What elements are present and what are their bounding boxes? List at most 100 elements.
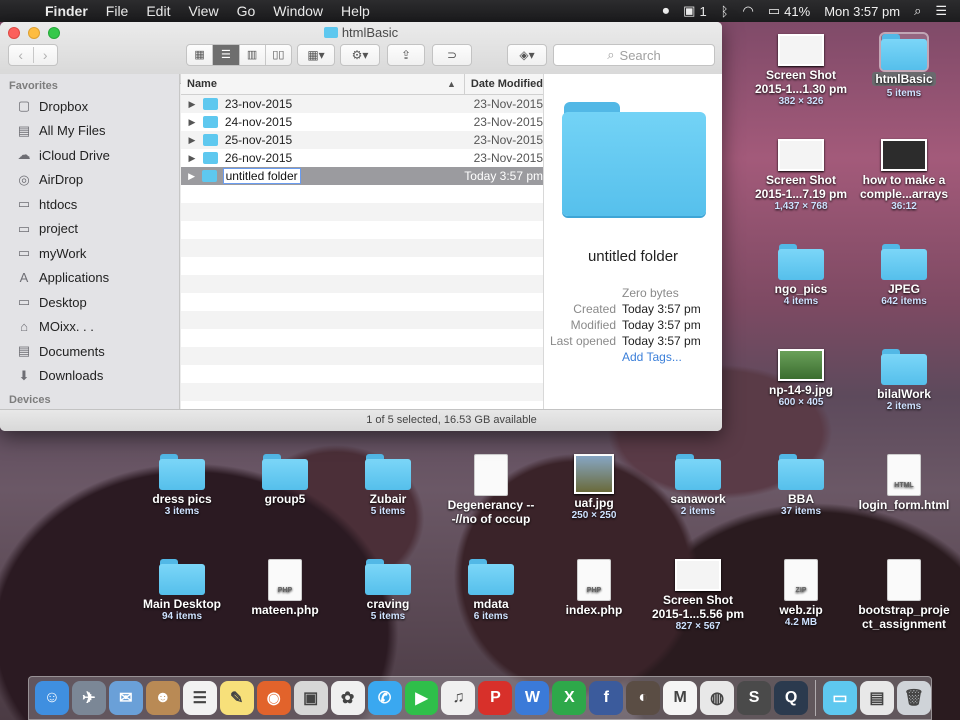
dock-photos-icon[interactable]: ✿: [330, 681, 365, 715]
file-row[interactable]: ▶ 25-nov-2015 23-Nov-2015: [181, 131, 543, 149]
dock-finder-icon[interactable]: ☺: [35, 681, 69, 715]
menu-help[interactable]: Help: [332, 3, 379, 19]
desktop-item[interactable]: bilalWork 2 items: [852, 349, 956, 413]
desktop-item[interactable]: PHP index.php: [542, 559, 646, 617]
disclosure-triangle-icon[interactable]: ▶: [181, 153, 203, 164]
desktop-item[interactable]: ngo_pics 4 items: [749, 244, 853, 308]
sidebar-item-downloads[interactable]: ⬇ Downloads: [0, 364, 179, 389]
dock-wps-writer-icon[interactable]: W: [515, 681, 550, 715]
desktop-item[interactable]: htmlBasic 5 items: [852, 32, 956, 100]
battery-status[interactable]: ▭ 41%: [761, 3, 817, 19]
sidebar-item-applications[interactable]: A Applications: [0, 266, 179, 291]
menu-app-finder[interactable]: Finder: [36, 3, 97, 19]
desktop-item[interactable]: Screen Shot 2015-1...5.56 pm 827 × 567: [646, 559, 750, 633]
dock-firefox-icon[interactable]: ◉: [256, 681, 291, 715]
dock-downloads-stack-icon[interactable]: ▭: [823, 681, 857, 715]
date-column-header[interactable]: Date Modified: [465, 74, 543, 94]
notification-center-icon[interactable]: ☰: [928, 3, 954, 19]
back-button[interactable]: ‹: [9, 47, 33, 63]
clock[interactable]: Mon 3:57 pm: [817, 4, 907, 19]
sidebar-item-icloud-drive[interactable]: ☁ iCloud Drive: [0, 143, 179, 168]
file-row[interactable]: ▶ untitled folder Today 3:57 pm: [181, 167, 543, 185]
desktop-item[interactable]: HTML login_form.html: [852, 454, 956, 512]
desktop-item[interactable]: mdata 6 items: [439, 559, 543, 623]
desktop-item[interactable]: dress pics 3 items: [130, 454, 234, 518]
dock-preview-icon[interactable]: ▣: [293, 681, 328, 715]
desktop-item[interactable]: craving 5 items: [336, 559, 440, 623]
dock-itunes-icon[interactable]: ♫: [441, 681, 476, 715]
dock-reminders-icon[interactable]: ☰: [182, 681, 217, 715]
desktop-item[interactable]: bootstrap_proje ct_assignment: [852, 559, 956, 631]
desktop-item[interactable]: ZIP web.zip 4.2 MB: [749, 559, 853, 629]
desktop-item[interactable]: Main Desktop 94 items: [130, 559, 234, 623]
dock-documents-stack-icon[interactable]: ▤: [859, 681, 894, 715]
menu-edit[interactable]: Edit: [137, 3, 179, 19]
action-button[interactable]: ⚙▾: [340, 44, 380, 66]
wifi-icon[interactable]: ◠: [736, 3, 761, 19]
sidebar-item-dropbox[interactable]: ▢ Dropbox: [0, 94, 179, 119]
desktop-item[interactable]: BBA 37 items: [749, 454, 853, 518]
dock-messages-icon[interactable]: ✆: [367, 681, 402, 715]
dock-launchpad-icon[interactable]: ✈: [71, 681, 106, 715]
sidebar-item-htdocs[interactable]: ▭ htdocs: [0, 192, 179, 217]
forward-button[interactable]: ›: [32, 47, 58, 63]
menu-view[interactable]: View: [179, 3, 227, 19]
icon-view-button[interactable]: ▦: [187, 45, 212, 65]
file-row[interactable]: ▶ 23-nov-2015 23-Nov-2015: [181, 95, 543, 113]
arrange-button[interactable]: ▦▾: [297, 44, 335, 66]
desktop-item[interactable]: sanawork 2 items: [646, 454, 750, 518]
column-view-button[interactable]: ▥: [238, 45, 265, 65]
disclosure-triangle-icon[interactable]: ▶: [181, 171, 202, 182]
sidebar-item-moixx[interactable]: ⌂ MOixx. . .: [0, 315, 179, 340]
sidebar-item-desktop[interactable]: ▭ Desktop: [0, 290, 179, 315]
disclosure-triangle-icon[interactable]: ▶: [181, 117, 203, 128]
disclosure-triangle-icon[interactable]: ▶: [181, 99, 203, 110]
add-tags-link[interactable]: Add Tags...: [622, 350, 682, 366]
share-button[interactable]: ⇪: [387, 44, 425, 66]
dock-facetime-icon[interactable]: ▶: [404, 681, 439, 715]
desktop-item[interactable]: np-14-9.jpg 600 × 405: [749, 349, 853, 409]
desktop-item[interactable]: PHP mateen.php: [233, 559, 337, 617]
menu-file[interactable]: File: [97, 3, 138, 19]
desktop-item[interactable]: group5: [233, 454, 337, 506]
search-field[interactable]: ⌕ Search: [553, 44, 715, 66]
name-column-header[interactable]: Name ▲: [181, 74, 465, 94]
dock-gmail-icon[interactable]: M: [663, 681, 698, 715]
desktop-item[interactable]: Degenerancy ---//no of occup: [439, 454, 543, 526]
dock-wps-presentation-icon[interactable]: P: [478, 681, 513, 715]
desktop-item[interactable]: how to make a comple...arrays 36:12: [852, 139, 956, 213]
dropbox-button[interactable]: ◈▾: [507, 44, 547, 66]
list-view-button[interactable]: ☰: [212, 45, 239, 65]
desktop-item[interactable]: Screen Shot 2015-1...1.30 pm 382 × 326: [749, 34, 853, 108]
sidebar-item-airdrop[interactable]: ◎ AirDrop: [0, 168, 179, 193]
file-row[interactable]: ▶ 26-nov-2015 23-Nov-2015: [181, 149, 543, 167]
notification-status[interactable]: ▣ 1: [676, 3, 714, 19]
dock-mail-icon[interactable]: ✉: [108, 681, 143, 715]
dock-photo-app-icon[interactable]: ◐: [626, 681, 661, 715]
bluetooth-icon[interactable]: ᛒ: [714, 4, 736, 19]
disclosure-triangle-icon[interactable]: ▶: [181, 135, 203, 146]
file-name[interactable]: untitled folder: [222, 168, 455, 184]
sidebar-item-all-my-files[interactable]: ▤ All My Files: [0, 119, 179, 144]
desktop-item[interactable]: JPEG 642 items: [852, 244, 956, 308]
dock-wps-spreadsheet-icon[interactable]: X: [552, 681, 587, 715]
dock-sublime-text-icon[interactable]: S: [737, 681, 772, 715]
record-icon[interactable]: ⏺: [656, 3, 677, 19]
dock-trash-icon[interactable]: 🗑: [896, 681, 931, 715]
sidebar-item-documents[interactable]: ▤ Documents: [0, 339, 179, 364]
file-row[interactable]: ▶ 24-nov-2015 23-Nov-2015: [181, 113, 543, 131]
tag-button[interactable]: ⊃: [432, 44, 472, 66]
sidebar-item-project[interactable]: ▭ project: [0, 217, 179, 242]
dock-facebook-icon[interactable]: f: [589, 681, 624, 715]
coverflow-view-button[interactable]: ▯▯: [264, 45, 291, 65]
menu-window[interactable]: Window: [264, 3, 332, 19]
desktop-item[interactable]: uaf.jpg 250 × 250: [542, 454, 646, 522]
desktop-item[interactable]: Screen Shot 2015-1...7.19 pm 1,437 × 768: [749, 139, 853, 213]
desktop-item[interactable]: Zubair 5 items: [336, 454, 440, 518]
spotlight-icon[interactable]: ⌕: [907, 3, 928, 19]
sidebar-item-mywork[interactable]: ▭ myWork: [0, 241, 179, 266]
dock-sequel-pro-icon[interactable]: ◍: [700, 681, 735, 715]
dock-notes-icon[interactable]: ✎: [219, 681, 254, 715]
dock-contacts-icon[interactable]: ☻: [145, 681, 180, 715]
dock-quicktime-icon[interactable]: Q: [774, 681, 809, 715]
